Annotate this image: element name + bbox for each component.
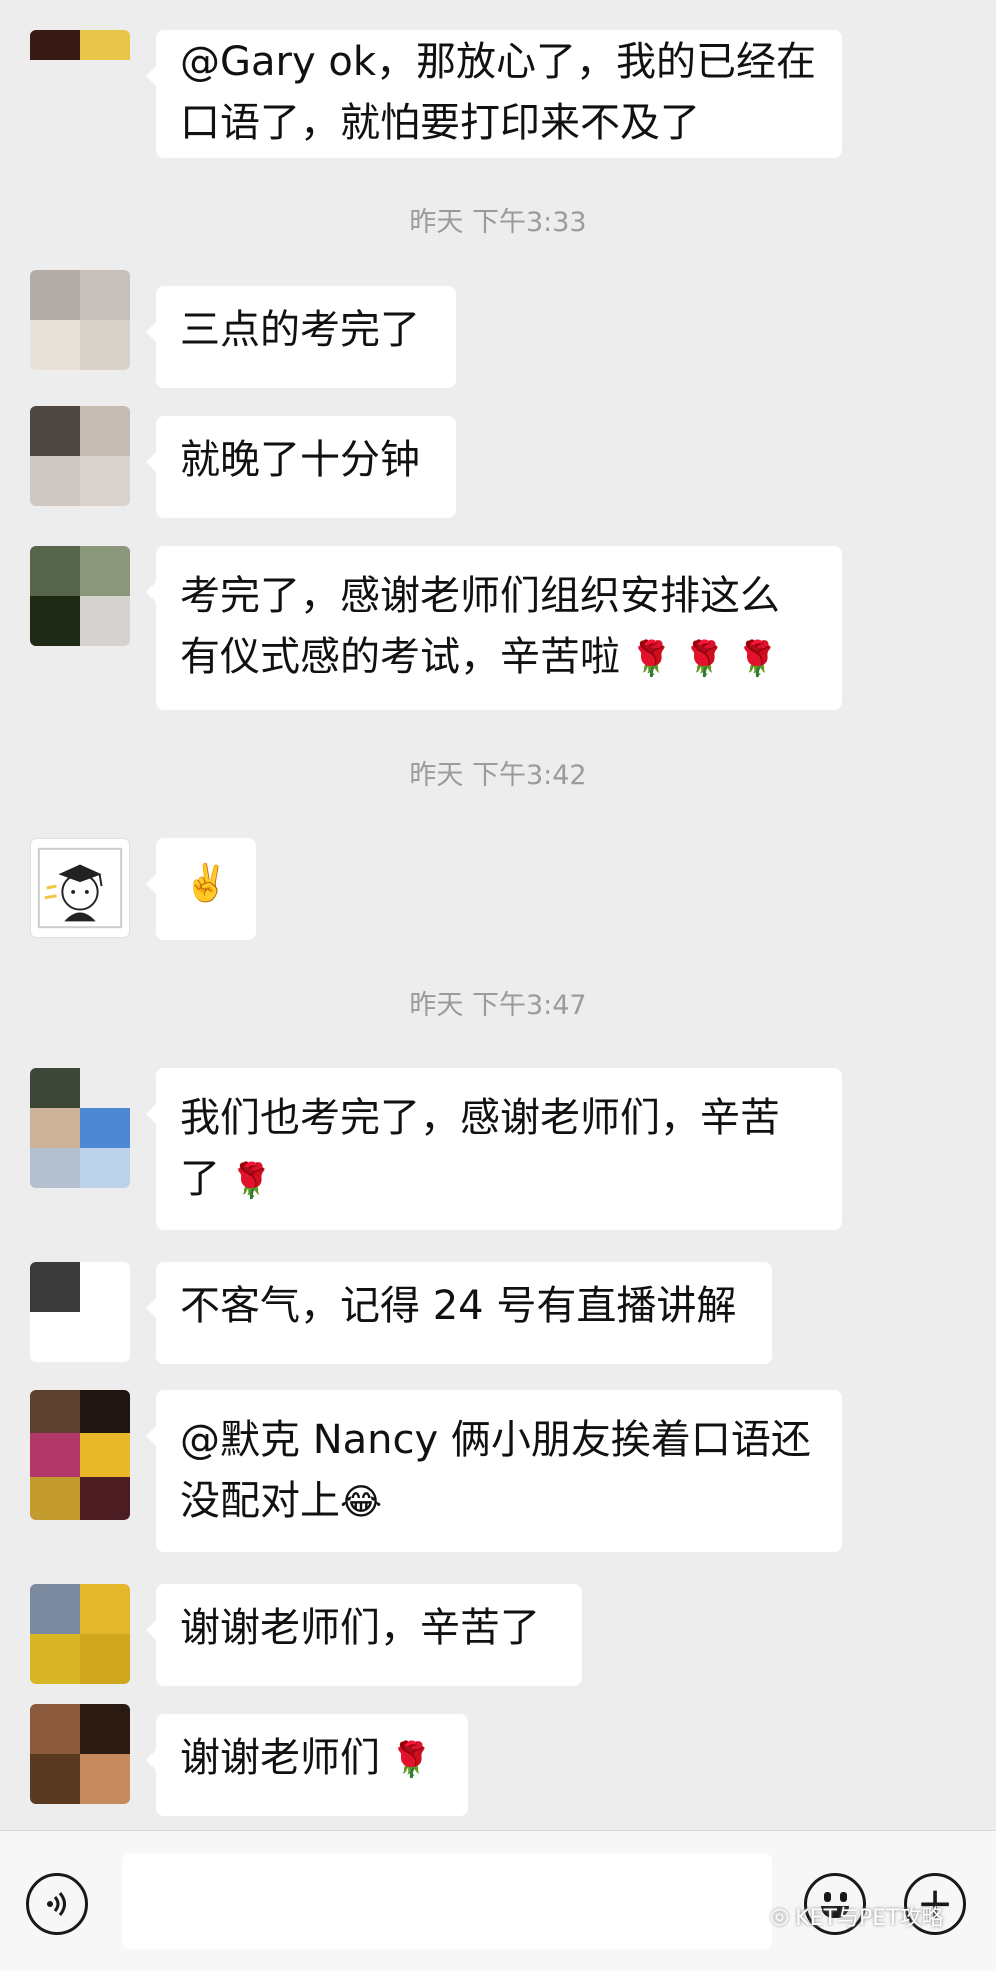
message-line: 谢谢老师们 🌹 (180, 1728, 444, 1791)
message-text: 有仪式感的考试，辛苦啦 (180, 634, 620, 680)
message-input[interactable] (122, 1853, 772, 1949)
avatar[interactable] (30, 1390, 130, 1520)
rose-icon: 🌹 🌹 🌹 (630, 639, 779, 679)
message-text: @Gary ok，那放心了，我的已经在 (180, 39, 816, 85)
message-text: 不客气，记得 24 号有直播讲解 (180, 1283, 737, 1329)
avatar[interactable] (30, 1704, 130, 1804)
timestamp: 昨天 下午3:33 (409, 207, 587, 238)
message-text: 考完了，感谢老师们组织安排这么 (180, 573, 780, 619)
wechat-channel-icon: ◎ (770, 1903, 790, 1929)
message-bubble[interactable]: 不客气，记得 24 号有直播讲解 (146, 1262, 772, 1364)
voice-icon[interactable] (26, 1873, 88, 1935)
message-bubble[interactable]: @Gary ok，那放心了，我的已经在 口语了，就怕要打印来不及了 (146, 30, 842, 158)
victory-hand-icon: ✌️ (183, 863, 229, 904)
message-bubble[interactable]: 三点的考完了 (146, 286, 456, 388)
message-bubble[interactable]: 考完了，感谢老师们组织安排这么 有仪式感的考试，辛苦啦 🌹 🌹 🌹 (146, 546, 842, 710)
message-line: 了 🌹 (180, 1149, 818, 1212)
message-text: 谢谢老师们，辛苦了 (180, 1605, 540, 1651)
avatar[interactable] (30, 546, 130, 646)
message-bubble[interactable]: @默克 Nancy 俩小朋友挨着口语还 没配对上😂 (146, 1390, 842, 1552)
message-bubble[interactable]: 就晚了十分钟 (146, 416, 456, 518)
message-bubble[interactable]: ✌️ (146, 838, 256, 940)
rose-icon: 🌹 (390, 1740, 433, 1780)
message-text: 就晚了十分钟 (180, 437, 420, 483)
voice-wave-icon (47, 1892, 66, 1916)
message-text: @默克 Nancy 俩小朋友挨着口语还 (180, 1417, 811, 1463)
message-text: 了 (180, 1156, 220, 1202)
message-line: 没配对上😂 (180, 1471, 818, 1533)
message-text: 口语了，就怕要打印来不及了 (180, 100, 700, 146)
message-bubble[interactable]: 谢谢老师们 🌹 (146, 1714, 468, 1816)
watermark-text: KET与PET攻略 (795, 1906, 944, 1931)
message-bubble[interactable]: 我们也考完了，感谢老师们，辛苦 了 🌹 (146, 1068, 842, 1230)
rose-icon: 🌹 (230, 1161, 273, 1201)
laughing-tears-icon: 😂 (340, 1482, 383, 1523)
avatar[interactable] (30, 1584, 130, 1684)
avatar[interactable] (30, 406, 130, 506)
graduate-cartoon-icon (37, 847, 123, 929)
avatar[interactable] (30, 1262, 130, 1362)
message-text: 三点的考完了 (180, 307, 420, 353)
avatar[interactable] (30, 1068, 130, 1188)
message-text: 我们也考完了，感谢老师们，辛苦 (180, 1095, 780, 1141)
message-line: 有仪式感的考试，辛苦啦 🌹 🌹 🌹 (180, 627, 818, 690)
message-bubble[interactable]: 谢谢老师们，辛苦了 (146, 1584, 582, 1686)
message-text: 没配对上 (180, 1478, 340, 1524)
timestamp: 昨天 下午3:47 (409, 990, 587, 1021)
avatar[interactable] (30, 30, 130, 90)
avatar[interactable] (30, 838, 130, 938)
avatar[interactable] (30, 270, 130, 370)
watermark: ◎ KET与PET攻略 (770, 1900, 944, 1932)
message-text: 谢谢老师们 (180, 1735, 380, 1781)
timestamp: 昨天 下午3:42 (409, 760, 587, 791)
chat-area: @Gary ok，那放心了，我的已经在 口语了，就怕要打印来不及了 昨天 下午3… (0, 0, 996, 1830)
